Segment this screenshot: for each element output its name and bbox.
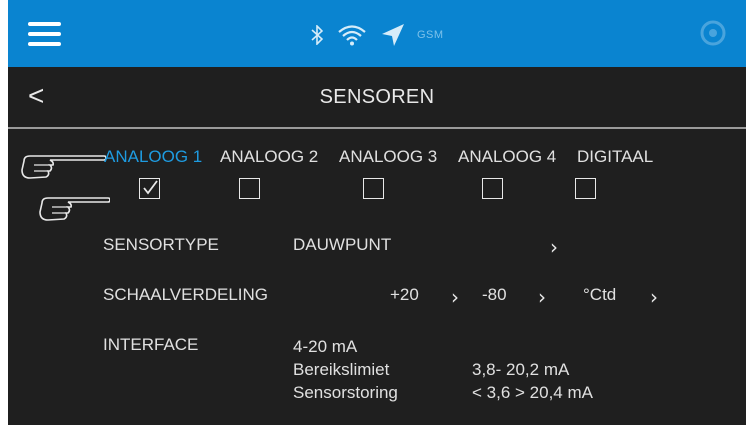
checkmark-icon: [143, 180, 158, 195]
channel-tabs: ANALOOG 1 ANALOOG 2 ANALOOG 3 ANALOOG 4 …: [8, 147, 746, 167]
tab-analoog-4[interactable]: ANALOOG 4: [458, 147, 556, 167]
tab-digitaal[interactable]: DIGITAAL: [577, 147, 653, 167]
checkbox-analoog-1[interactable]: [139, 178, 160, 199]
checkbox-analoog-2[interactable]: [239, 178, 260, 199]
sensor-fault-label: Sensorstoring: [293, 383, 398, 402]
checkbox-analoog-3[interactable]: [363, 178, 384, 199]
sensortype-value: DAUWPUNT: [293, 235, 392, 254]
sensortype-label: SENSORTYPE: [103, 235, 219, 254]
scale-max-value: +20: [390, 285, 419, 304]
sensortype-chevron-icon[interactable]: ›: [550, 235, 558, 259]
scale-unit-value: °Ctd: [583, 285, 617, 304]
title-bar: < SENSOREN: [8, 67, 746, 129]
interface-value: 4-20 mA: [293, 337, 358, 356]
interface-label: INTERFACE: [103, 335, 199, 354]
checkbox-analoog-4[interactable]: [482, 178, 503, 199]
settings-icon[interactable]: [698, 18, 728, 48]
scale-min-value: -80: [482, 285, 507, 304]
scale-max-chevron-icon[interactable]: ›: [451, 285, 459, 309]
tab-analoog-3[interactable]: ANALOOG 3: [339, 147, 437, 167]
scale-min-chevron-icon[interactable]: ›: [538, 285, 546, 309]
range-limit-label: Bereikslimiet: [293, 360, 390, 379]
page-title: SENSOREN: [319, 86, 435, 108]
checkbox-digitaal[interactable]: [575, 178, 596, 199]
gsm-label: GSM: [417, 29, 444, 41]
wifi-icon: [338, 25, 366, 46]
tab-analoog-2[interactable]: ANALOOG 2: [220, 147, 318, 167]
device-screen: GSM < SENSOREN ANALOOG 1 ANALOOG 2 ANALO…: [8, 0, 746, 425]
range-limit-value: 3,8- 20,2 mA: [472, 360, 570, 379]
status-icons: GSM: [311, 22, 444, 48]
bluetooth-icon: [311, 25, 323, 45]
top-bar: GSM: [8, 0, 746, 67]
sensor-fault-value: < 3,6 > 20,4 mA: [472, 383, 593, 402]
tab-analoog-1[interactable]: ANALOOG 1: [104, 147, 202, 167]
menu-icon[interactable]: [28, 22, 61, 46]
location-arrow-icon: [382, 24, 404, 46]
pointing-hand-icon: [39, 197, 110, 221]
scale-unit-chevron-icon[interactable]: ›: [650, 285, 658, 309]
content-area: < SENSOREN ANALOOG 1 ANALOOG 2 ANALOOG 3…: [8, 67, 746, 425]
schaalverdeling-label: SCHAALVERDELING: [103, 285, 269, 304]
